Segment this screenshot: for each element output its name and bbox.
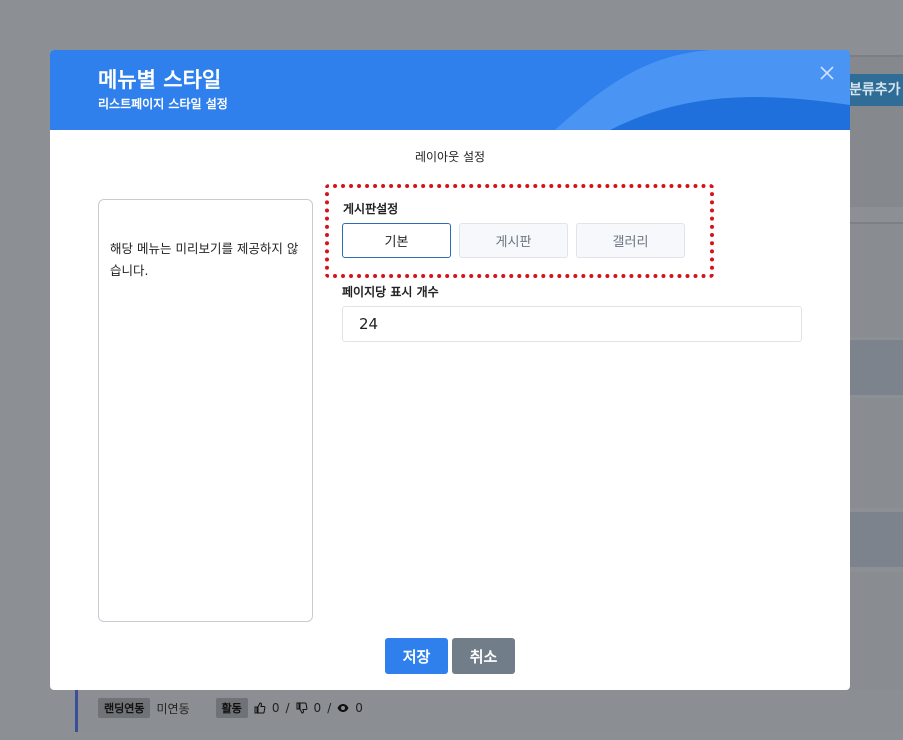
background-card bbox=[850, 340, 903, 395]
background-card bbox=[850, 572, 903, 692]
preview-box: 해당 메뉴는 미리보기를 제공하지 않습니다. bbox=[98, 199, 313, 622]
likes-count: 0 bbox=[271, 701, 280, 715]
landing-status: 미연동 bbox=[156, 701, 190, 716]
cancel-button[interactable]: 취소 bbox=[452, 638, 515, 674]
save-button[interactable]: 저장 bbox=[385, 638, 448, 674]
preview-message: 해당 메뉴는 미리보기를 제공하지 않습니다. bbox=[110, 241, 299, 278]
thumbs-down-icon bbox=[296, 702, 307, 714]
board-setting-label: 게시판설정 bbox=[343, 202, 399, 216]
modal-subtitle: 리스트페이지 스타일 설정 bbox=[98, 97, 228, 111]
per-page-input[interactable] bbox=[342, 306, 802, 342]
per-page-label: 페이지당 표시 개수 bbox=[342, 285, 439, 299]
background-card bbox=[850, 512, 903, 567]
thumbs-up-icon bbox=[254, 702, 266, 714]
landing-chip: 랜딩연동 bbox=[98, 698, 151, 718]
option-basic-button[interactable]: 기본 bbox=[342, 223, 451, 258]
option-board-button[interactable]: 게시판 bbox=[459, 223, 568, 258]
layout-section-label: 레이아웃 설정 bbox=[414, 150, 486, 164]
dislikes-count: 0 bbox=[313, 701, 322, 715]
modal-title: 메뉴별 스타일 bbox=[98, 68, 222, 92]
separator: / bbox=[327, 701, 332, 715]
menu-style-modal: 메뉴별 스타일 리스트페이지 스타일 설정 레이아웃 설정 해당 메뉴는 미리보… bbox=[50, 50, 850, 690]
close-icon[interactable] bbox=[818, 64, 836, 82]
activity-chip: 활동 bbox=[215, 698, 248, 718]
modal-header: 메뉴별 스타일 리스트페이지 스타일 설정 bbox=[50, 50, 850, 130]
background-card bbox=[850, 222, 903, 337]
add-category-button: 분류추가 bbox=[846, 74, 903, 106]
views-count: 0 bbox=[355, 701, 363, 715]
background-footer-row: 랜딩연동 미연동 활동 0 / 0 / 0 bbox=[98, 698, 363, 718]
eye-icon bbox=[337, 704, 349, 712]
option-gallery-button[interactable]: 갤러리 bbox=[576, 223, 685, 258]
separator: / bbox=[285, 701, 290, 715]
background-card bbox=[850, 398, 903, 508]
